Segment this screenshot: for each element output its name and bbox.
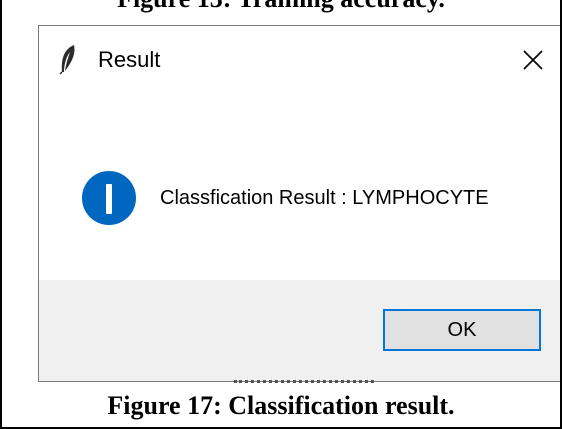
info-icon — [82, 171, 136, 225]
dialog-footer: OK — [39, 280, 560, 381]
dialog-titlebar: Result — [39, 26, 560, 94]
close-icon — [523, 50, 543, 70]
figure-caption-top: Figure 13: Training accuracy. — [2, 0, 560, 15]
result-message: Classfication Result : LYMPHOCYTE — [160, 187, 489, 209]
result-dialog: Result Classfication Result : LYMPHOCYTE… — [38, 25, 560, 382]
figure-caption-bottom: Figure 17: Classification result. — [107, 391, 455, 420]
background-text-artifact — [234, 380, 374, 384]
feather-icon — [59, 45, 75, 75]
figure-frame: Figure 13: Training accuracy. Result Cla… — [0, 0, 562, 429]
dialog-title: Result — [98, 47, 161, 72]
close-button[interactable] — [513, 40, 553, 80]
dialog-content: Classfication Result : LYMPHOCYTE — [39, 94, 560, 280]
ok-button[interactable]: OK — [383, 309, 541, 351]
